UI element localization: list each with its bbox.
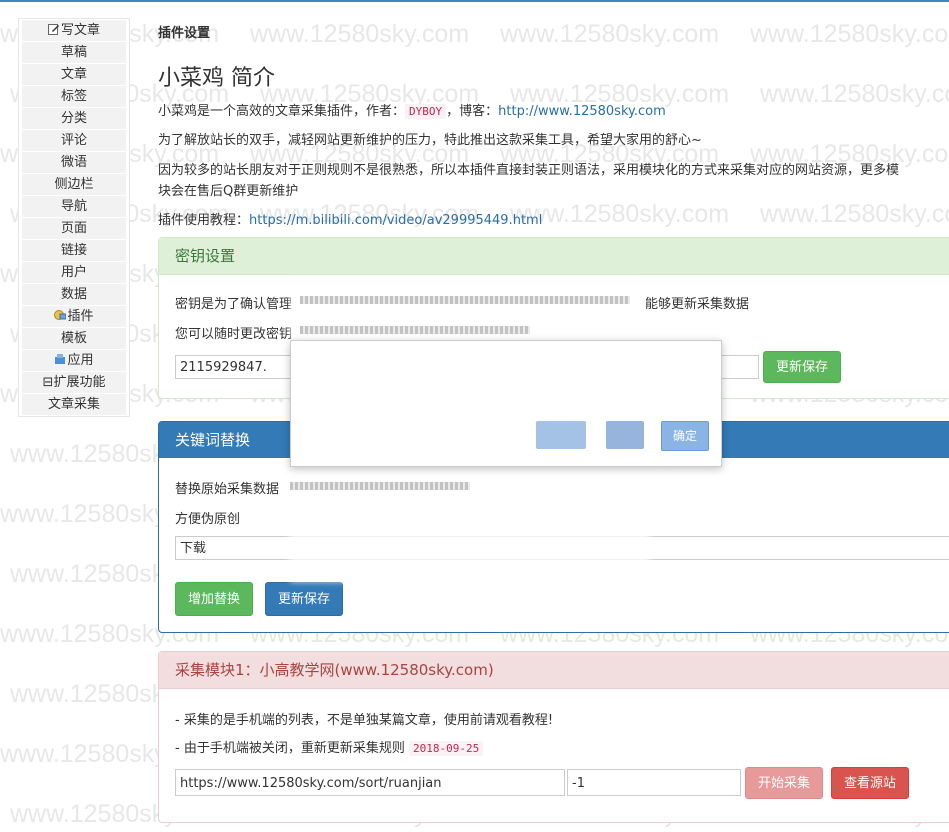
- watermark-text: www.12580sky.com: [750, 20, 949, 48]
- keyword-desc-1: 替换原始采集数据: [175, 482, 280, 497]
- plugin-icon: [54, 307, 67, 320]
- sidebar-item-label: 微语: [60, 155, 87, 170]
- key-desc-start: 密钥是为了确认管理: [175, 297, 293, 312]
- dialog-ok-button[interactable]: 确定: [661, 421, 709, 451]
- sidebar-item-label: 文章采集: [47, 397, 100, 412]
- sidebar-item-categories[interactable]: 分类: [22, 108, 126, 129]
- sidebar-item-label: 用户: [60, 265, 87, 280]
- sidebar-item-navigation[interactable]: 导航: [22, 196, 126, 217]
- sidebar-item-article-collect[interactable]: 文章采集: [22, 394, 126, 415]
- sidebar-item-widgets[interactable]: 侧边栏: [22, 174, 126, 195]
- sidebar-item-label: 模板: [60, 331, 87, 346]
- watermark-text: www.12580sky.com: [500, 20, 720, 48]
- edit-icon: [47, 21, 60, 35]
- tutorial-line: 插件使用教程：https://m.bilibili.com/video/av29…: [158, 209, 542, 228]
- keyword-save-button[interactable]: 更新保存: [265, 582, 344, 616]
- sidebar-item-micro-posts[interactable]: 微语: [22, 152, 126, 173]
- intro-text: 小菜鸡是一个高效的文章采集插件，作者：: [158, 104, 406, 119]
- key-desc-2: 您可以随时更改密钥: [175, 327, 293, 342]
- sidebar-item-label: 文章: [60, 67, 87, 82]
- sidebar-item-label: 导航: [60, 199, 87, 214]
- watermark-text: www.12580sky.com: [510, 200, 730, 228]
- sidebar-item-label: 页面: [60, 221, 87, 236]
- intro-line-3b: 块会在售后Q群更新维护: [158, 184, 299, 199]
- sidebar-item-tags[interactable]: 标签: [22, 86, 126, 107]
- app-icon: [54, 351, 66, 364]
- breadcrumb: 插件设置: [158, 26, 211, 41]
- sidebar-item-write-article[interactable]: 写文章: [22, 20, 126, 41]
- module-note-2: - 由于手机端被关闭，重新更新采集规则 2018-09-25: [175, 737, 484, 756]
- blog-link[interactable]: http://www.12580sky.com: [498, 104, 666, 119]
- sidebar-item-articles[interactable]: 文章: [22, 64, 126, 85]
- key-panel-title: 密钥设置: [159, 238, 949, 275]
- sidebar-item-pages[interactable]: 页面: [22, 218, 126, 239]
- sidebar-item-label: 数据: [60, 287, 87, 302]
- dialog-blurred-button[interactable]: [606, 421, 644, 449]
- sidebar-item-apps[interactable]: 应用: [22, 350, 126, 371]
- collect-module-panel: 采集模块1：小高教学网(www.12580sky.com) - 采集的是手机端的…: [158, 651, 949, 823]
- sidebar-item-label: 分类: [60, 111, 87, 126]
- sidebar-item-label: 评论: [60, 133, 87, 148]
- blurred-overlay-bottom: [290, 462, 650, 582]
- keyword-desc-2: 方便伪原创: [175, 512, 241, 527]
- sidebar-item-links[interactable]: 链接: [22, 240, 126, 261]
- page-number-input[interactable]: -1: [567, 769, 741, 796]
- key-save-button[interactable]: 更新保存: [763, 351, 842, 383]
- sidebar-item-users[interactable]: 用户: [22, 262, 126, 283]
- redacted-text: [300, 296, 630, 304]
- watermark-text: www.12580sky.com: [760, 200, 949, 228]
- sidebar-item-label: ⊟扩展功能: [42, 375, 106, 390]
- source-url-input[interactable]: https://www.12580sky.com/sort/ruanjian: [175, 769, 565, 796]
- sidebar-item-plugins[interactable]: 插件: [22, 306, 126, 327]
- add-replace-button[interactable]: 增加替换: [175, 582, 254, 616]
- sidebar-item-drafts[interactable]: 草稿: [22, 42, 126, 63]
- sidebar-item-data[interactable]: 数据: [22, 284, 126, 305]
- sidebar-item-templates[interactable]: 模板: [22, 328, 126, 349]
- intro-line: 小菜鸡是一个高效的文章采集插件，作者： DYBOY ，博客：http://www.1…: [158, 100, 666, 119]
- module-note-1: - 采集的是手机端的列表，不是单独某篇文章，使用前请观看教程!: [175, 713, 554, 728]
- sidebar-item-label: 标签: [60, 89, 87, 104]
- update-date-badge: 2018-09-25: [408, 741, 484, 756]
- tutorial-link[interactable]: https://m.bilibili.com/video/av29995449.…: [249, 213, 542, 228]
- intro-mid-text: ，博客：: [446, 104, 499, 119]
- intro-line-2: 为了解放站长的双手，减轻网站更新维护的压力，特此推出这款采集工具，希望大家用的舒…: [158, 133, 702, 148]
- redacted-text: [300, 326, 530, 334]
- module-panel-title: 采集模块1：小高教学网(www.12580sky.com): [159, 652, 949, 689]
- sidebar-item-label: 侧边栏: [54, 177, 94, 192]
- watermark-text: www.12580sky.com: [760, 80, 949, 108]
- dialog-blurred-button[interactable]: [536, 421, 586, 449]
- sidebar: 写文章 草稿 文章 标签 分类 评论 微语 侧边栏 导航 页面 链接 用户 数据…: [18, 18, 130, 417]
- redacted-text: [290, 482, 470, 490]
- sidebar-item-label: 写文章: [60, 23, 100, 38]
- tutorial-label: 插件使用教程：: [158, 213, 250, 228]
- module-note-2-text: - 由于手机端被关闭，重新更新采集规则: [175, 741, 405, 756]
- watermark-text: www.12580sky.com: [250, 20, 470, 48]
- sidebar-item-label: 链接: [60, 243, 87, 258]
- sidebar-item-extensions[interactable]: ⊟扩展功能: [22, 372, 126, 393]
- page-title: 小菜鸡 简介: [158, 66, 275, 91]
- top-border: [0, 0, 949, 2]
- confirm-dialog: 确定: [290, 340, 722, 467]
- sidebar-item-comments[interactable]: 评论: [22, 130, 126, 151]
- intro-line-3a: 因为较多的站长朋友对于正则规则不是很熟悉，所以本插件直接封装正则语法，采用模块化…: [158, 163, 900, 178]
- sidebar-item-label: 应用: [67, 353, 94, 368]
- key-desc-end: 能够更新采集数据: [645, 297, 750, 312]
- sidebar-item-label: 插件: [67, 309, 94, 324]
- author-badge: DYBOY: [405, 104, 447, 119]
- sidebar-item-label: 草稿: [60, 45, 87, 60]
- view-source-button[interactable]: 查看源站: [831, 767, 910, 799]
- start-collect-button[interactable]: 开始采集: [745, 767, 824, 799]
